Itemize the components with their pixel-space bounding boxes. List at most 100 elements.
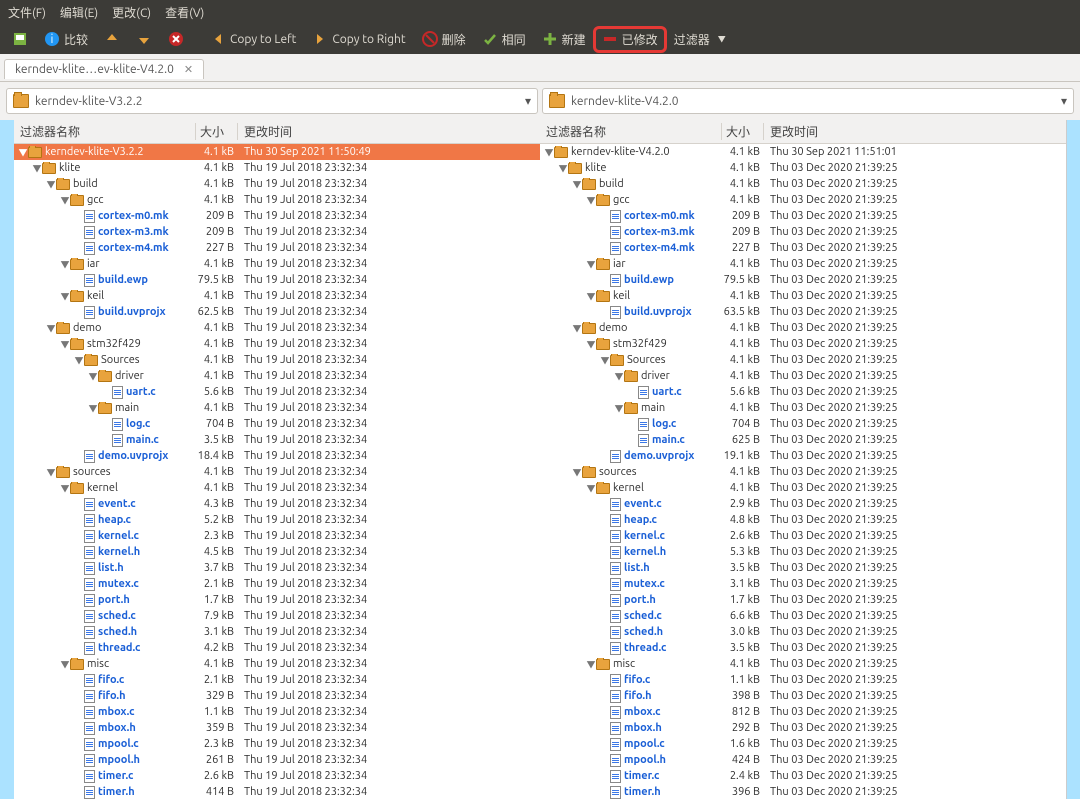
expand-icon[interactable]: ▼ [586, 338, 596, 351]
tree-row[interactable]: list.h3.7 kBThu 19 Jul 2018 23:32:34 [14, 560, 540, 576]
stop-button[interactable] [162, 29, 190, 49]
tree-row[interactable]: fifo.c2.1 kBThu 19 Jul 2018 23:32:34 [14, 672, 540, 688]
tree-row[interactable]: mbox.c1.1 kBThu 19 Jul 2018 23:32:34 [14, 704, 540, 720]
tree-row[interactable]: ▼driver4.1 kBThu 03 Dec 2020 21:39:25 [540, 368, 1066, 384]
copy-right-button[interactable]: Copy to Right [306, 29, 411, 49]
tree-row[interactable]: ▼keil4.1 kBThu 19 Jul 2018 23:32:34 [14, 288, 540, 304]
right-tree[interactable]: 过滤器名称 大小 更改时间 ▼kerndev-klite-V4.2.04.1 k… [540, 120, 1066, 799]
tree-row[interactable]: kernel.h5.3 kBThu 03 Dec 2020 21:39:25 [540, 544, 1066, 560]
compare-button[interactable]: i比较 [38, 29, 94, 50]
delete-button[interactable]: 删除 [416, 29, 472, 50]
expand-icon[interactable]: ▼ [586, 290, 596, 303]
expand-icon[interactable]: ▼ [572, 178, 582, 191]
tree-row[interactable]: timer.c2.4 kBThu 03 Dec 2020 21:39:25 [540, 768, 1066, 784]
expand-icon[interactable]: ▼ [544, 146, 554, 159]
menu-changes[interactable]: 更改(C) [112, 4, 151, 21]
left-path-combo[interactable]: kerndev-klite-V3.2.2 ▾ [6, 88, 538, 114]
tree-row[interactable]: cortex-m3.mk209 BThu 19 Jul 2018 23:32:3… [14, 224, 540, 240]
expand-icon[interactable]: ▼ [18, 146, 28, 159]
tree-row[interactable]: fifo.c1.1 kBThu 03 Dec 2020 21:39:25 [540, 672, 1066, 688]
tree-row[interactable]: thread.c4.2 kBThu 19 Jul 2018 23:32:34 [14, 640, 540, 656]
menu-edit[interactable]: 编辑(E) [60, 4, 98, 21]
tree-row[interactable]: cortex-m0.mk209 BThu 19 Jul 2018 23:32:3… [14, 208, 540, 224]
menu-file[interactable]: 文件(F) [8, 4, 46, 21]
tree-row[interactable]: build.ewp79.5 kBThu 19 Jul 2018 23:32:34 [14, 272, 540, 288]
left-tree[interactable]: 过滤器名称 大小 更改时间 ▼kerndev-klite-V3.2.24.1 k… [14, 120, 540, 799]
tree-row[interactable]: kernel.c2.6 kBThu 03 Dec 2020 21:39:25 [540, 528, 1066, 544]
tree-row[interactable]: log.c704 BThu 19 Jul 2018 23:32:34 [14, 416, 540, 432]
tree-row[interactable]: timer.c2.6 kBThu 19 Jul 2018 23:32:34 [14, 768, 540, 784]
tab-comparison[interactable]: kerndev-klite…ev-klite-V4.2.0 ✕ [4, 59, 204, 79]
tree-row[interactable]: ▼gcc4.1 kBThu 03 Dec 2020 21:39:25 [540, 192, 1066, 208]
tree-row[interactable]: ▼Sources4.1 kBThu 19 Jul 2018 23:32:34 [14, 352, 540, 368]
expand-icon[interactable]: ▼ [586, 482, 596, 495]
tree-row[interactable]: sched.h3.0 kBThu 03 Dec 2020 21:39:25 [540, 624, 1066, 640]
tree-row[interactable]: ▼gcc4.1 kBThu 19 Jul 2018 23:32:34 [14, 192, 540, 208]
tree-row[interactable]: demo.uvprojx18.4 kBThu 19 Jul 2018 23:32… [14, 448, 540, 464]
col-date[interactable]: 更改时间 [764, 123, 1066, 140]
tree-row[interactable]: heap.c4.8 kBThu 03 Dec 2020 21:39:25 [540, 512, 1066, 528]
tree-row[interactable]: timer.h396 BThu 03 Dec 2020 21:39:25 [540, 784, 1066, 799]
tree-row[interactable]: ▼kernel4.1 kBThu 19 Jul 2018 23:32:34 [14, 480, 540, 496]
right-path-combo[interactable]: kerndev-klite-V4.2.0 ▾ [542, 88, 1074, 114]
tree-row[interactable]: timer.h414 BThu 19 Jul 2018 23:32:34 [14, 784, 540, 799]
tree-row[interactable]: mbox.h359 BThu 19 Jul 2018 23:32:34 [14, 720, 540, 736]
tree-row[interactable]: sched.c7.9 kBThu 19 Jul 2018 23:32:34 [14, 608, 540, 624]
filters-button[interactable]: 过滤器▼ [668, 29, 732, 50]
tree-row[interactable]: mpool.h261 BThu 19 Jul 2018 23:32:34 [14, 752, 540, 768]
up-button[interactable] [98, 29, 126, 49]
expand-icon[interactable]: ▼ [586, 194, 596, 207]
expand-icon[interactable]: ▼ [586, 258, 596, 271]
new-button[interactable]: 新建 [536, 29, 592, 50]
tree-row[interactable]: fifo.h329 BThu 19 Jul 2018 23:32:34 [14, 688, 540, 704]
tree-row[interactable]: main.c625 BThu 03 Dec 2020 21:39:25 [540, 432, 1066, 448]
tree-row[interactable]: event.c2.9 kBThu 03 Dec 2020 21:39:25 [540, 496, 1066, 512]
tree-row[interactable]: ▼sources4.1 kBThu 19 Jul 2018 23:32:34 [14, 464, 540, 480]
copy-left-button[interactable]: Copy to Left [204, 29, 302, 49]
modified-button[interactable]: 已修改 [596, 29, 664, 50]
tree-row[interactable]: demo.uvprojx19.1 kBThu 03 Dec 2020 21:39… [540, 448, 1066, 464]
tree-row[interactable]: ▼build4.1 kBThu 03 Dec 2020 21:39:25 [540, 176, 1066, 192]
close-icon[interactable]: ✕ [184, 63, 193, 76]
same-button[interactable]: 相同 [476, 29, 532, 50]
tree-row[interactable]: build.uvprojx62.5 kBThu 19 Jul 2018 23:3… [14, 304, 540, 320]
tree-row[interactable]: mpool.h424 BThu 03 Dec 2020 21:39:25 [540, 752, 1066, 768]
tree-row[interactable]: cortex-m3.mk209 BThu 03 Dec 2020 21:39:2… [540, 224, 1066, 240]
tree-row[interactable]: ▼keil4.1 kBThu 03 Dec 2020 21:39:25 [540, 288, 1066, 304]
tree-row[interactable]: kernel.h4.5 kBThu 19 Jul 2018 23:32:34 [14, 544, 540, 560]
tree-row[interactable]: ▼main4.1 kBThu 19 Jul 2018 23:32:34 [14, 400, 540, 416]
tree-row[interactable]: mbox.h292 BThu 03 Dec 2020 21:39:25 [540, 720, 1066, 736]
tree-row[interactable]: log.c704 BThu 03 Dec 2020 21:39:25 [540, 416, 1066, 432]
down-button[interactable] [130, 29, 158, 49]
tree-row[interactable]: ▼klite4.1 kBThu 19 Jul 2018 23:32:34 [14, 160, 540, 176]
tree-row[interactable]: ▼demo4.1 kBThu 19 Jul 2018 23:32:34 [14, 320, 540, 336]
tree-row[interactable]: port.h1.7 kBThu 19 Jul 2018 23:32:34 [14, 592, 540, 608]
tree-row[interactable]: mutex.c3.1 kBThu 03 Dec 2020 21:39:25 [540, 576, 1066, 592]
tree-row[interactable]: uart.c5.6 kBThu 19 Jul 2018 23:32:34 [14, 384, 540, 400]
expand-icon[interactable]: ▼ [60, 658, 70, 671]
expand-icon[interactable]: ▼ [60, 338, 70, 351]
expand-icon[interactable]: ▼ [60, 482, 70, 495]
tree-row[interactable]: sched.c6.6 kBThu 03 Dec 2020 21:39:25 [540, 608, 1066, 624]
expand-icon[interactable]: ▼ [88, 370, 98, 383]
tree-row[interactable]: thread.c3.5 kBThu 03 Dec 2020 21:39:25 [540, 640, 1066, 656]
expand-icon[interactable]: ▼ [600, 354, 610, 367]
tree-row[interactable]: build.uvprojx63.5 kBThu 03 Dec 2020 21:3… [540, 304, 1066, 320]
tree-row[interactable]: mpool.c2.3 kBThu 19 Jul 2018 23:32:34 [14, 736, 540, 752]
tree-row[interactable]: ▼sources4.1 kBThu 03 Dec 2020 21:39:25 [540, 464, 1066, 480]
menu-view[interactable]: 查看(V) [165, 4, 204, 21]
tree-row[interactable]: fifo.h398 BThu 03 Dec 2020 21:39:25 [540, 688, 1066, 704]
tree-row[interactable]: ▼build4.1 kBThu 19 Jul 2018 23:32:34 [14, 176, 540, 192]
tree-row[interactable]: ▼stm32f4294.1 kBThu 03 Dec 2020 21:39:25 [540, 336, 1066, 352]
expand-icon[interactable]: ▼ [614, 402, 624, 415]
tree-row[interactable]: main.c3.5 kBThu 19 Jul 2018 23:32:34 [14, 432, 540, 448]
expand-icon[interactable]: ▼ [586, 658, 596, 671]
tree-row[interactable]: sched.h3.1 kBThu 19 Jul 2018 23:32:34 [14, 624, 540, 640]
expand-icon[interactable]: ▼ [60, 258, 70, 271]
tree-row[interactable]: ▼Sources4.1 kBThu 03 Dec 2020 21:39:25 [540, 352, 1066, 368]
col-date[interactable]: 更改时间 [238, 123, 540, 140]
tree-row[interactable]: mutex.c2.1 kBThu 19 Jul 2018 23:32:34 [14, 576, 540, 592]
tree-row[interactable]: ▼demo4.1 kBThu 03 Dec 2020 21:39:25 [540, 320, 1066, 336]
tree-row[interactable]: ▼misc4.1 kBThu 19 Jul 2018 23:32:34 [14, 656, 540, 672]
expand-icon[interactable]: ▼ [46, 466, 56, 479]
